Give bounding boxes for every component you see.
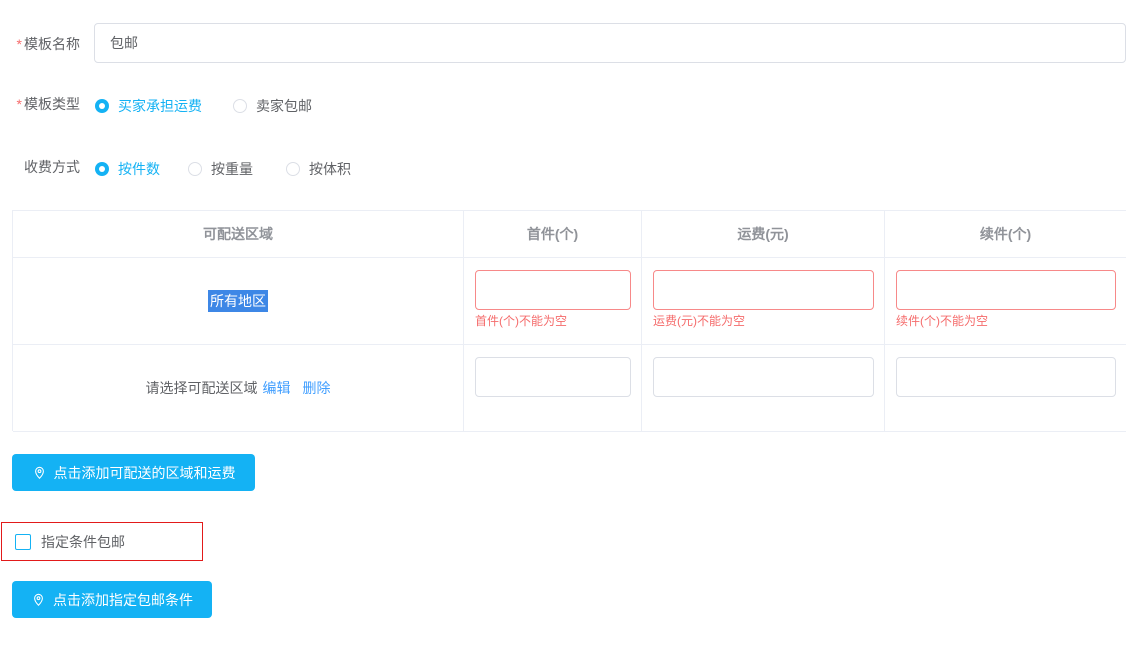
- table-row-1-region-cell: 所有地区: [13, 258, 464, 345]
- template-type-label-text: 模板类型: [24, 96, 80, 112]
- table-row-1-fee-cell: 运费(元)不能为空: [642, 258, 885, 345]
- radio-unselected-icon: [188, 162, 202, 176]
- radio-by-volume[interactable]: 按体积: [286, 159, 351, 179]
- template-type-label: *模板类型: [8, 96, 80, 112]
- first-item-input[interactable]: [475, 357, 631, 397]
- radio-by-weight[interactable]: 按重量: [188, 159, 253, 179]
- column-header-fee: 运费(元): [642, 211, 885, 258]
- template-name-label-text: 模板名称: [24, 36, 80, 52]
- radio-label: 按重量: [211, 159, 253, 179]
- charge-method-label-text: 收费方式: [24, 159, 80, 175]
- radio-label: 买家承担运费: [118, 96, 202, 116]
- required-asterisk: *: [17, 36, 22, 52]
- add-condition-button-label: 点击添加指定包邮条件: [53, 590, 193, 610]
- location-pin-icon: [32, 465, 47, 480]
- template-name-input[interactable]: [94, 23, 1126, 63]
- table-row-2-additional-item-cell: [885, 345, 1126, 432]
- charge-method-label: 收费方式: [8, 159, 80, 175]
- first-item-input[interactable]: [475, 270, 631, 310]
- radio-seller-free-shipping[interactable]: 卖家包邮: [233, 96, 312, 116]
- radio-label: 按体积: [309, 159, 351, 179]
- delete-region-link[interactable]: 删除: [303, 378, 331, 398]
- add-region-button[interactable]: 点击添加可配送的区域和运费: [12, 454, 255, 491]
- additional-item-error-message: 续件(个)不能为空: [896, 314, 1116, 328]
- edit-region-link[interactable]: 编辑: [263, 378, 291, 398]
- table-row-2-fee-cell: [642, 345, 885, 432]
- add-condition-button[interactable]: 点击添加指定包邮条件: [12, 581, 212, 618]
- radio-label: 按件数: [118, 159, 160, 179]
- region-all-areas-link[interactable]: 所有地区: [208, 290, 268, 312]
- column-header-additional-item: 续件(个): [885, 211, 1126, 258]
- first-item-error-message: 首件(个)不能为空: [475, 314, 631, 328]
- radio-buyer-pays-shipping[interactable]: 买家承担运费: [95, 96, 202, 116]
- fee-error-message: 运费(元)不能为空: [653, 314, 874, 328]
- radio-label: 卖家包邮: [256, 96, 312, 116]
- radio-selected-icon: [95, 162, 109, 176]
- shipping-fee-table: 可配送区域 首件(个) 运费(元) 续件(个) 所有地区 首件(个)不能为空 运…: [12, 210, 1126, 431]
- fee-input[interactable]: [653, 270, 874, 310]
- radio-unselected-icon: [233, 99, 247, 113]
- radio-unselected-icon: [286, 162, 300, 176]
- required-asterisk: *: [17, 96, 22, 112]
- conditional-free-shipping-box: 指定条件包邮: [1, 522, 203, 561]
- column-header-region: 可配送区域: [13, 211, 464, 258]
- table-row-2-region-cell: 请选择可配送区域 编辑 删除: [13, 345, 464, 432]
- location-pin-icon: [31, 592, 46, 607]
- table-row-2-first-item-cell: [464, 345, 642, 432]
- table-row-1-first-item-cell: 首件(个)不能为空: [464, 258, 642, 345]
- conditional-free-shipping-checkbox[interactable]: [15, 534, 31, 550]
- additional-item-input[interactable]: [896, 270, 1116, 310]
- add-region-button-label: 点击添加可配送的区域和运费: [54, 463, 236, 483]
- radio-selected-icon: [95, 99, 109, 113]
- column-header-first-item: 首件(个): [464, 211, 642, 258]
- select-region-placeholder-text: 请选择可配送区域: [146, 378, 258, 398]
- shipping-template-form: *模板名称 *模板类型 买家承担运费 卖家包邮 收费方式 按件数 按重量 按体积…: [0, 0, 1126, 666]
- fee-input[interactable]: [653, 357, 874, 397]
- conditional-free-shipping-label: 指定条件包邮: [41, 532, 125, 552]
- additional-item-input[interactable]: [896, 357, 1116, 397]
- template-name-label: *模板名称: [8, 36, 80, 52]
- table-row-1-additional-item-cell: 续件(个)不能为空: [885, 258, 1126, 345]
- radio-by-quantity[interactable]: 按件数: [95, 159, 160, 179]
